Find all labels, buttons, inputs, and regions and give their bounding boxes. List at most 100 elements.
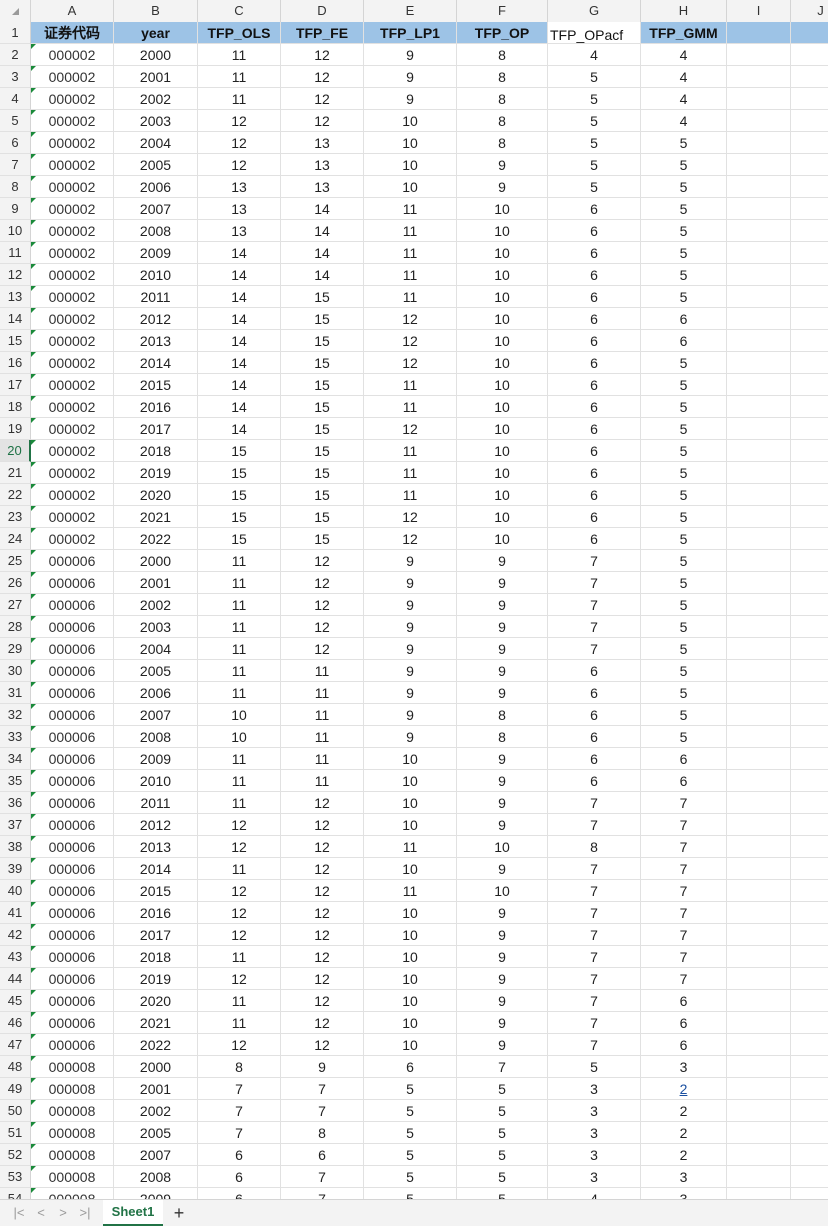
table-cell[interactable]: 11 xyxy=(198,682,281,704)
table-cell[interactable]: 9 xyxy=(364,638,457,660)
table-cell[interactable] xyxy=(791,1188,828,1199)
table-cell[interactable]: 5 xyxy=(548,154,641,176)
table-cell[interactable] xyxy=(791,132,828,154)
table-cell[interactable]: 000002 xyxy=(31,154,114,176)
table-cell[interactable] xyxy=(791,484,828,506)
add-sheet-button[interactable]: + xyxy=(170,1202,188,1224)
table-cell[interactable]: 14 xyxy=(281,264,364,286)
table-cell[interactable]: 6 xyxy=(641,1012,727,1034)
table-cell[interactable] xyxy=(791,924,828,946)
column-header-j[interactable]: J xyxy=(791,0,828,22)
table-cell[interactable]: 12 xyxy=(281,88,364,110)
table-cell[interactable]: 2013 xyxy=(114,330,198,352)
table-cell[interactable] xyxy=(727,198,791,220)
table-cell[interactable] xyxy=(791,704,828,726)
table-cell[interactable]: 000008 xyxy=(31,1122,114,1144)
table-cell[interactable]: 11 xyxy=(281,704,364,726)
table-cell[interactable]: 6 xyxy=(548,528,641,550)
table-cell[interactable]: 7 xyxy=(641,858,727,880)
table-cell[interactable]: 11 xyxy=(198,990,281,1012)
table-cell[interactable]: 9 xyxy=(364,66,457,88)
table-cell[interactable]: 14 xyxy=(198,286,281,308)
row-header[interactable]: 35 xyxy=(0,770,31,792)
table-cell[interactable]: 15 xyxy=(198,440,281,462)
table-cell[interactable]: 12 xyxy=(281,616,364,638)
table-cell[interactable]: 5 xyxy=(641,726,727,748)
prev-sheet-icon[interactable]: < xyxy=(32,1204,50,1222)
table-cell[interactable]: 000002 xyxy=(31,264,114,286)
table-cell[interactable]: 9 xyxy=(364,572,457,594)
table-cell[interactable]: 11 xyxy=(364,440,457,462)
table-cell[interactable] xyxy=(727,484,791,506)
table-cell[interactable]: 9 xyxy=(457,154,548,176)
table-cell[interactable]: 6 xyxy=(548,748,641,770)
row-header[interactable]: 39 xyxy=(0,858,31,880)
table-cell[interactable] xyxy=(791,1166,828,1188)
table-cell[interactable]: 10 xyxy=(457,528,548,550)
table-cell[interactable] xyxy=(727,1122,791,1144)
table-cell[interactable] xyxy=(791,440,828,462)
table-cell[interactable] xyxy=(727,550,791,572)
table-cell[interactable]: 000002 xyxy=(31,396,114,418)
table-cell[interactable]: 10 xyxy=(198,704,281,726)
table-cell[interactable]: 12 xyxy=(281,66,364,88)
table-cell[interactable]: 11 xyxy=(198,946,281,968)
row-header[interactable]: 54 xyxy=(0,1188,31,1199)
table-cell[interactable] xyxy=(791,660,828,682)
table-cell[interactable]: 11 xyxy=(198,66,281,88)
table-cell[interactable]: 000006 xyxy=(31,660,114,682)
table-cell[interactable]: 2022 xyxy=(114,528,198,550)
table-cell[interactable]: 8 xyxy=(457,44,548,66)
table-cell[interactable] xyxy=(727,110,791,132)
table-cell[interactable]: 3 xyxy=(641,1056,727,1078)
table-cell[interactable] xyxy=(727,396,791,418)
table-cell[interactable]: 12 xyxy=(281,572,364,594)
table-cell[interactable]: 15 xyxy=(281,528,364,550)
table-cell[interactable]: 12 xyxy=(364,506,457,528)
table-cell[interactable]: 5 xyxy=(641,462,727,484)
table-cell[interactable] xyxy=(791,110,828,132)
table-cell[interactable]: 14 xyxy=(281,242,364,264)
table-cell[interactable]: 6 xyxy=(548,242,641,264)
table-cell[interactable]: 5 xyxy=(548,1056,641,1078)
table-cell[interactable]: 12 xyxy=(281,968,364,990)
table-cell[interactable]: 2004 xyxy=(114,132,198,154)
table-cell[interactable]: 9 xyxy=(457,660,548,682)
row-header[interactable]: 29 xyxy=(0,638,31,660)
table-cell[interactable]: 2018 xyxy=(114,440,198,462)
table-cell[interactable]: 6 xyxy=(548,462,641,484)
table-cell[interactable]: 14 xyxy=(198,264,281,286)
column-header-d[interactable]: D xyxy=(281,0,364,22)
table-cell[interactable]: 11 xyxy=(281,748,364,770)
table-cell[interactable] xyxy=(727,858,791,880)
table-cell[interactable]: 15 xyxy=(281,462,364,484)
table-cell[interactable]: 7 xyxy=(548,858,641,880)
table-cell[interactable] xyxy=(727,792,791,814)
row-header[interactable]: 12 xyxy=(0,264,31,286)
table-cell[interactable] xyxy=(727,374,791,396)
table-cell[interactable]: 6 xyxy=(548,198,641,220)
table-cell[interactable]: 10 xyxy=(364,924,457,946)
table-cell[interactable]: 9 xyxy=(281,1056,364,1078)
table-cell[interactable]: 2022 xyxy=(114,1034,198,1056)
table-cell[interactable]: 7 xyxy=(548,968,641,990)
table-cell[interactable]: 000006 xyxy=(31,572,114,594)
table-cell[interactable]: 7 xyxy=(548,924,641,946)
table-cell[interactable]: 12 xyxy=(364,308,457,330)
table-cell[interactable] xyxy=(727,264,791,286)
table-cell[interactable]: 15 xyxy=(281,506,364,528)
table-cell[interactable]: 5 xyxy=(641,132,727,154)
table-cell[interactable]: 000002 xyxy=(31,44,114,66)
table-cell[interactable]: 5 xyxy=(457,1122,548,1144)
table-cell[interactable]: 000002 xyxy=(31,66,114,88)
row-header[interactable]: 51 xyxy=(0,1122,31,1144)
table-cell[interactable]: 7 xyxy=(641,814,727,836)
table-cell[interactable]: 3 xyxy=(548,1100,641,1122)
row-header[interactable]: 9 xyxy=(0,198,31,220)
table-cell[interactable]: 11 xyxy=(364,264,457,286)
table-cell[interactable] xyxy=(727,1056,791,1078)
table-cell[interactable]: 13 xyxy=(198,176,281,198)
table-cell[interactable]: 14 xyxy=(198,308,281,330)
table-cell[interactable]: 11 xyxy=(364,286,457,308)
table-cell[interactable]: 14 xyxy=(281,220,364,242)
